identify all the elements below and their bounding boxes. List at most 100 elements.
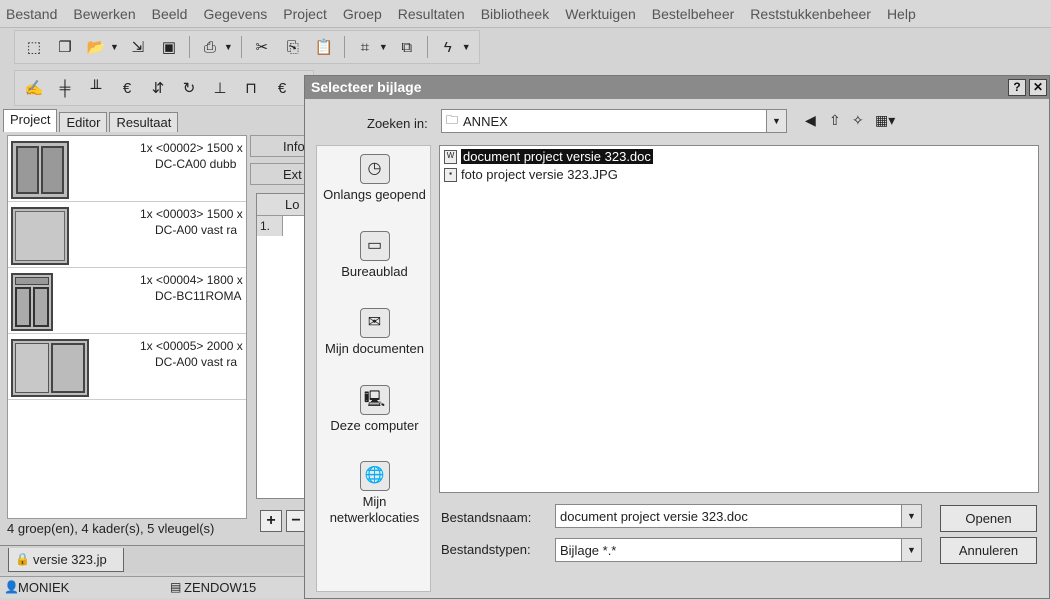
- filetype-select[interactable]: Bijlage *.* ▼: [555, 538, 922, 562]
- panel-tabs: Project Editor Resultaat: [3, 109, 180, 132]
- item-text: 1x <00005> 2000 x DC-A00 vast ra: [140, 339, 243, 369]
- print-icon[interactable]: ⎙: [199, 36, 221, 58]
- copy-doc-icon[interactable]: ❐: [54, 36, 76, 58]
- close-button[interactable]: ✕: [1029, 79, 1047, 96]
- list-item[interactable]: 1x <00003> 1500 x DC-A00 vast ra: [8, 202, 246, 268]
- new-folder-icon[interactable]: ✧: [852, 112, 864, 129]
- new-icon[interactable]: ⬚: [23, 36, 45, 58]
- menu-werktuigen[interactable]: Werktuigen: [565, 6, 636, 22]
- file-item[interactable]: W document project versie 323.doc: [444, 148, 653, 165]
- menu-beeld[interactable]: Beeld: [152, 6, 188, 22]
- rotate-icon[interactable]: ↻: [178, 77, 200, 99]
- menu-reststukkenbeheer[interactable]: Reststukkenbeheer: [750, 6, 871, 22]
- add-button[interactable]: +: [260, 510, 282, 532]
- cancel-button[interactable]: Annuleren: [940, 537, 1037, 564]
- menu-bibliotheek[interactable]: Bibliotheek: [481, 6, 550, 22]
- tab-project[interactable]: Project: [3, 109, 58, 132]
- documents-icon: ✉: [359, 308, 390, 338]
- document-tab[interactable]: 🔒 versie 323.jp: [8, 548, 124, 572]
- list-item[interactable]: 1x <00002> 1500 x DC-CA00 dubb: [8, 136, 246, 202]
- corner-icon[interactable]: ⊥: [209, 77, 231, 99]
- menu-gegevens[interactable]: Gegevens: [203, 6, 267, 22]
- menu-resultaten[interactable]: Resultaten: [398, 6, 465, 22]
- main-toolbar: ⬚ ❐ 📂 ▼ ⇲ ▣ ⎙ ▼ ✂ ⎘ 📋 ⌗ ▼ ⧉ ϟ ▼: [14, 30, 480, 64]
- export-icon[interactable]: ⇲: [127, 36, 149, 58]
- dialog-title-bar: Selecteer bijlage ? ✕: [305, 76, 1049, 99]
- cut-icon[interactable]: ✂: [251, 36, 273, 58]
- windows-icon[interactable]: ⧉: [396, 36, 418, 58]
- chevron-down-icon[interactable]: ▼: [462, 42, 471, 52]
- open-button[interactable]: Openen: [940, 505, 1037, 532]
- chevron-down-icon[interactable]: ▼: [901, 539, 921, 561]
- file-name: foto project versie 323.JPG: [461, 167, 618, 182]
- clock-icon: ◷: [359, 154, 390, 184]
- wizard-icon[interactable]: ✍: [23, 77, 45, 99]
- dialog-title: Selecteer bijlage: [311, 79, 422, 95]
- tab-editor[interactable]: Editor: [59, 112, 108, 132]
- group-summary: 4 groep(en), 4 kader(s), 5 vleugel(s): [7, 521, 215, 536]
- frame-icon[interactable]: ⊓: [240, 77, 262, 99]
- look-in-select[interactable]: 🗀 ANNEX ▼: [441, 109, 787, 133]
- status-database: ZENDOW15: [184, 580, 257, 595]
- filename-input[interactable]: document project versie 323.doc ▼: [555, 504, 922, 528]
- lightning-icon[interactable]: ϟ: [437, 36, 459, 58]
- window-thumbnail: [11, 273, 53, 331]
- place-recent[interactable]: ◷ Onlangs geopend: [317, 154, 432, 203]
- window-thumbnail: [11, 339, 89, 397]
- profile-toolbar: ✍ ╪ ╨ € ⇵ ↻ ⊥ ⊓ €: [14, 70, 314, 106]
- file-name: document project versie 323.doc: [461, 149, 653, 164]
- place-documents[interactable]: ✉ Mijn documenten: [317, 308, 432, 357]
- list-item[interactable]: 1x <00004> 1800 x DC-BC11ROMA: [8, 268, 246, 334]
- profile-stack-icon[interactable]: ╪: [54, 77, 76, 99]
- paste-icon[interactable]: 📋: [313, 36, 335, 58]
- menu-bestand[interactable]: Bestand: [6, 6, 57, 22]
- info-button[interactable]: Info: [250, 135, 306, 157]
- chevron-down-icon[interactable]: ▼: [379, 42, 388, 52]
- menu-groep[interactable]: Groep: [343, 6, 382, 22]
- menu-project[interactable]: Project: [283, 6, 327, 22]
- tab-resultaat[interactable]: Resultaat: [109, 112, 179, 132]
- price-profile-icon[interactable]: €: [116, 77, 138, 99]
- save-icon[interactable]: ▣: [158, 36, 180, 58]
- filetype-value: Bijlage *.*: [560, 542, 617, 558]
- remove-button[interactable]: −: [286, 510, 306, 532]
- status-bar: 👤 MONIEK ▤ ZENDOW15: [0, 576, 306, 598]
- profile-icon[interactable]: ╨: [85, 77, 107, 99]
- item-text: 1x <00004> 1800 x DC-BC11ROMA: [140, 273, 243, 303]
- place-computer[interactable]: 🖳 Deze computer: [317, 385, 432, 434]
- menu-bestelbeheer[interactable]: Bestelbeheer: [652, 6, 735, 22]
- look-in-value: ANNEX: [463, 113, 508, 129]
- measure-icon[interactable]: ⇵: [147, 77, 169, 99]
- place-desktop[interactable]: ▭ Bureaublad: [317, 231, 432, 280]
- list-item[interactable]: 1x <00005> 2000 x DC-A00 vast ra: [8, 334, 246, 400]
- item-text: 1x <00003> 1500 x DC-A00 vast ra: [140, 207, 243, 237]
- menu-bewerken[interactable]: Bewerken: [73, 6, 135, 22]
- separator: [426, 36, 428, 58]
- copy-icon[interactable]: ⎘: [282, 36, 304, 58]
- view-menu-icon[interactable]: ▦▾: [875, 112, 895, 129]
- places-bar: ◷ Onlangs geopend ▭ Bureaublad ✉ Mijn docum…: [316, 145, 431, 592]
- menu-bar: Bestand Bewerken Beeld Gegevens Project …: [0, 0, 1051, 28]
- chevron-down-icon[interactable]: ▼: [110, 42, 119, 52]
- select-attachment-dialog: Selecteer bijlage ? ✕ Zoeken in: 🗀 ANNEX…: [304, 75, 1050, 599]
- document-tabs: 🔒 versie 323.jp: [0, 545, 306, 573]
- separator: [188, 36, 190, 58]
- chevron-down-icon[interactable]: ▼: [224, 42, 233, 52]
- separator: [240, 36, 242, 58]
- image-file-icon: ▪: [444, 167, 457, 182]
- back-icon[interactable]: ◀: [805, 112, 816, 129]
- price-icon[interactable]: €: [271, 77, 293, 99]
- chevron-down-icon[interactable]: ▼: [901, 505, 921, 527]
- open-folder-icon[interactable]: 📂: [85, 36, 107, 58]
- file-item[interactable]: ▪ foto project versie 323.JPG: [444, 166, 618, 183]
- project-list: 1x <00002> 1500 x DC-CA00 dubb 1x <00003>…: [7, 135, 247, 519]
- doc-file-icon: W: [444, 149, 457, 164]
- help-button[interactable]: ?: [1008, 79, 1026, 96]
- ext-button[interactable]: Ext: [250, 163, 306, 185]
- select-icon[interactable]: ⌗: [354, 36, 376, 58]
- chevron-down-icon[interactable]: ▼: [766, 110, 786, 132]
- place-network[interactable]: 🌐 Mijn netwerklocaties: [317, 461, 432, 526]
- menu-help[interactable]: Help: [887, 6, 916, 22]
- up-folder-icon[interactable]: ⇧: [829, 112, 841, 129]
- file-list: W document project versie 323.doc ▪ foto…: [439, 145, 1039, 493]
